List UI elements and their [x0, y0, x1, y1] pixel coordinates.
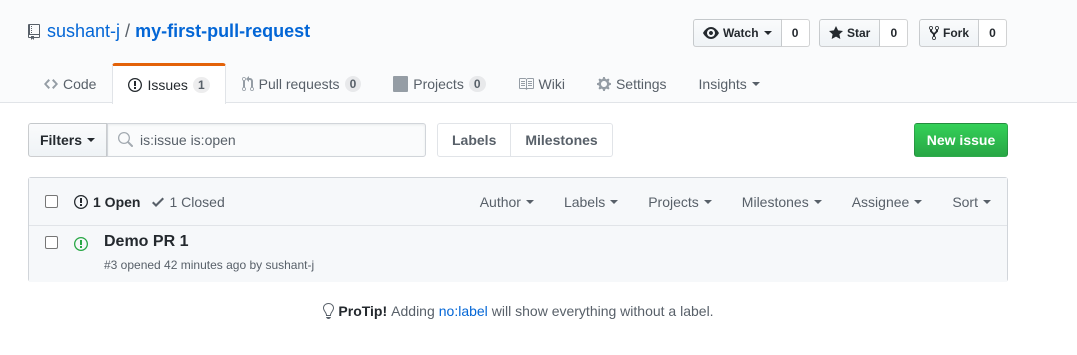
protip-text-after: will show everything without a label.: [491, 303, 714, 319]
tab-code[interactable]: Code: [28, 63, 112, 103]
tab-wiki-label: Wiki: [538, 75, 565, 92]
repo-path-separator: /: [125, 21, 131, 41]
issue-opened-icon: [74, 237, 88, 251]
chevron-down-icon: [87, 138, 95, 142]
filters-button[interactable]: Filters: [28, 123, 107, 157]
tab-issues-label: Issues: [147, 77, 188, 93]
chevron-down-icon: [751, 81, 760, 86]
issue-meta: #3 opened 42 minutes ago by sushant-j: [104, 258, 315, 272]
watch-label: Watch: [723, 26, 759, 40]
labels-milestones-links: Labels Milestones: [437, 123, 613, 157]
tab-issues[interactable]: Issues 1: [112, 63, 226, 104]
watch-button[interactable]: Watch: [693, 19, 782, 47]
project-icon: [393, 75, 409, 92]
chevron-down-icon: [763, 31, 772, 35]
tab-pull-requests[interactable]: Pull requests 0: [226, 63, 378, 103]
code-icon: [44, 78, 58, 89]
check-icon: [152, 197, 165, 207]
watch-group: Watch 0: [693, 19, 810, 47]
tab-wiki[interactable]: Wiki: [502, 63, 581, 103]
star-icon: [829, 26, 843, 39]
new-issue-button[interactable]: New issue: [914, 123, 1008, 157]
no-label-link[interactable]: no:label: [439, 303, 488, 319]
tab-pull-requests-label: Pull requests: [258, 75, 340, 92]
tab-projects-counter: 0: [468, 75, 486, 92]
repo-icon: [28, 23, 40, 40]
assignee-filter-menu[interactable]: Assignee: [852, 194, 923, 210]
tab-code-label: Code: [63, 75, 97, 92]
issues-search: [107, 123, 426, 157]
tab-projects[interactable]: Projects 0: [377, 63, 501, 103]
milestones-link[interactable]: Milestones: [511, 123, 613, 157]
watch-count[interactable]: 0: [781, 19, 810, 47]
issue-opened-icon: [128, 78, 143, 92]
tab-insights-label: Insights: [698, 75, 747, 92]
fork-label: Fork: [943, 26, 970, 40]
issue-opened-icon: [74, 195, 88, 209]
fork-icon: [929, 25, 939, 41]
star-label: Star: [847, 26, 871, 40]
tab-issues-counter: 1: [192, 77, 210, 93]
filters-label: Filters: [39, 132, 82, 148]
select-all-checkbox[interactable]: [45, 195, 58, 208]
chevron-down-icon: [813, 200, 822, 204]
repo-title: sushant-j / my-first-pull-request: [28, 21, 310, 42]
issues-list: 1 Open 1 Closed Author Labels Projects M…: [28, 177, 1008, 282]
repo-name-link[interactable]: my-first-pull-request: [135, 21, 310, 42]
book-icon: [518, 77, 534, 90]
labels-link[interactable]: Labels: [437, 123, 512, 157]
star-group: Star 0: [819, 19, 909, 47]
open-issues-label: 1 Open: [93, 194, 141, 210]
tab-pull-requests-counter: 0: [344, 75, 362, 92]
tab-settings[interactable]: Settings: [581, 63, 683, 103]
fork-count[interactable]: 0: [979, 19, 1008, 47]
search-input[interactable]: [140, 132, 400, 148]
milestones-filter-label: Milestones: [741, 194, 809, 210]
star-count[interactable]: 0: [880, 19, 909, 47]
chevron-down-icon: [610, 200, 619, 204]
fork-button[interactable]: Fork: [919, 19, 980, 47]
chevron-down-icon: [703, 200, 712, 204]
gear-icon: [596, 76, 611, 91]
light-bulb-icon: [323, 303, 335, 319]
issue-title-link[interactable]: Demo PR 1: [104, 233, 188, 251]
protip-text-before: Adding: [391, 303, 435, 319]
author-filter-menu[interactable]: Author: [480, 194, 534, 210]
repo-header: sushant-j / my-first-pull-request Watch …: [0, 0, 1077, 104]
star-button[interactable]: Star: [819, 19, 881, 47]
repo-owner-link[interactable]: sushant-j: [47, 21, 120, 42]
sort-menu[interactable]: Sort: [952, 194, 991, 210]
git-pull-request-icon: [241, 75, 254, 91]
protip: ProTip! Adding no:label will show everyt…: [0, 303, 1036, 319]
closed-issues-link[interactable]: 1 Closed: [152, 194, 225, 210]
eye-icon: [703, 27, 719, 39]
chevron-down-icon: [983, 200, 991, 204]
sort-label: Sort: [952, 194, 978, 210]
fork-group: Fork 0: [919, 19, 1008, 47]
closed-issues-label: 1 Closed: [169, 194, 225, 210]
tab-projects-label: Projects: [413, 75, 464, 92]
milestones-filter-menu[interactable]: Milestones: [742, 194, 822, 210]
repo-nav: Code Issues 1 Pull requests 0 Projects 0…: [28, 63, 776, 104]
author-filter-label: Author: [479, 194, 521, 210]
issue-checkbox[interactable]: [45, 236, 58, 249]
labels-filter-menu[interactable]: Labels: [563, 194, 619, 210]
issues-subnav: Filters Labels Milestones New issue: [28, 123, 1008, 157]
issue-state-filters: 1 Open 1 Closed: [74, 178, 237, 226]
issue-row: Demo PR 1 #3 opened 42 minutes ago by su…: [29, 226, 1007, 282]
issue-filter-menus: Author Labels Projects Milestones Assign…: [450, 178, 991, 226]
chevron-down-icon: [525, 200, 534, 204]
tab-insights[interactable]: Insights: [683, 63, 776, 103]
protip-label: ProTip!: [338, 303, 388, 319]
search-icon: [118, 132, 133, 147]
tab-settings-label: Settings: [615, 75, 667, 92]
assignee-filter-label: Assignee: [851, 194, 910, 210]
issues-list-header: 1 Open 1 Closed Author Labels Projects M…: [29, 178, 1007, 226]
projects-filter-menu[interactable]: Projects: [648, 194, 712, 210]
open-issues-link[interactable]: 1 Open: [74, 194, 140, 210]
chevron-down-icon: [914, 200, 923, 204]
labels-filter-label: Labels: [563, 194, 606, 210]
projects-filter-label: Projects: [648, 194, 699, 210]
